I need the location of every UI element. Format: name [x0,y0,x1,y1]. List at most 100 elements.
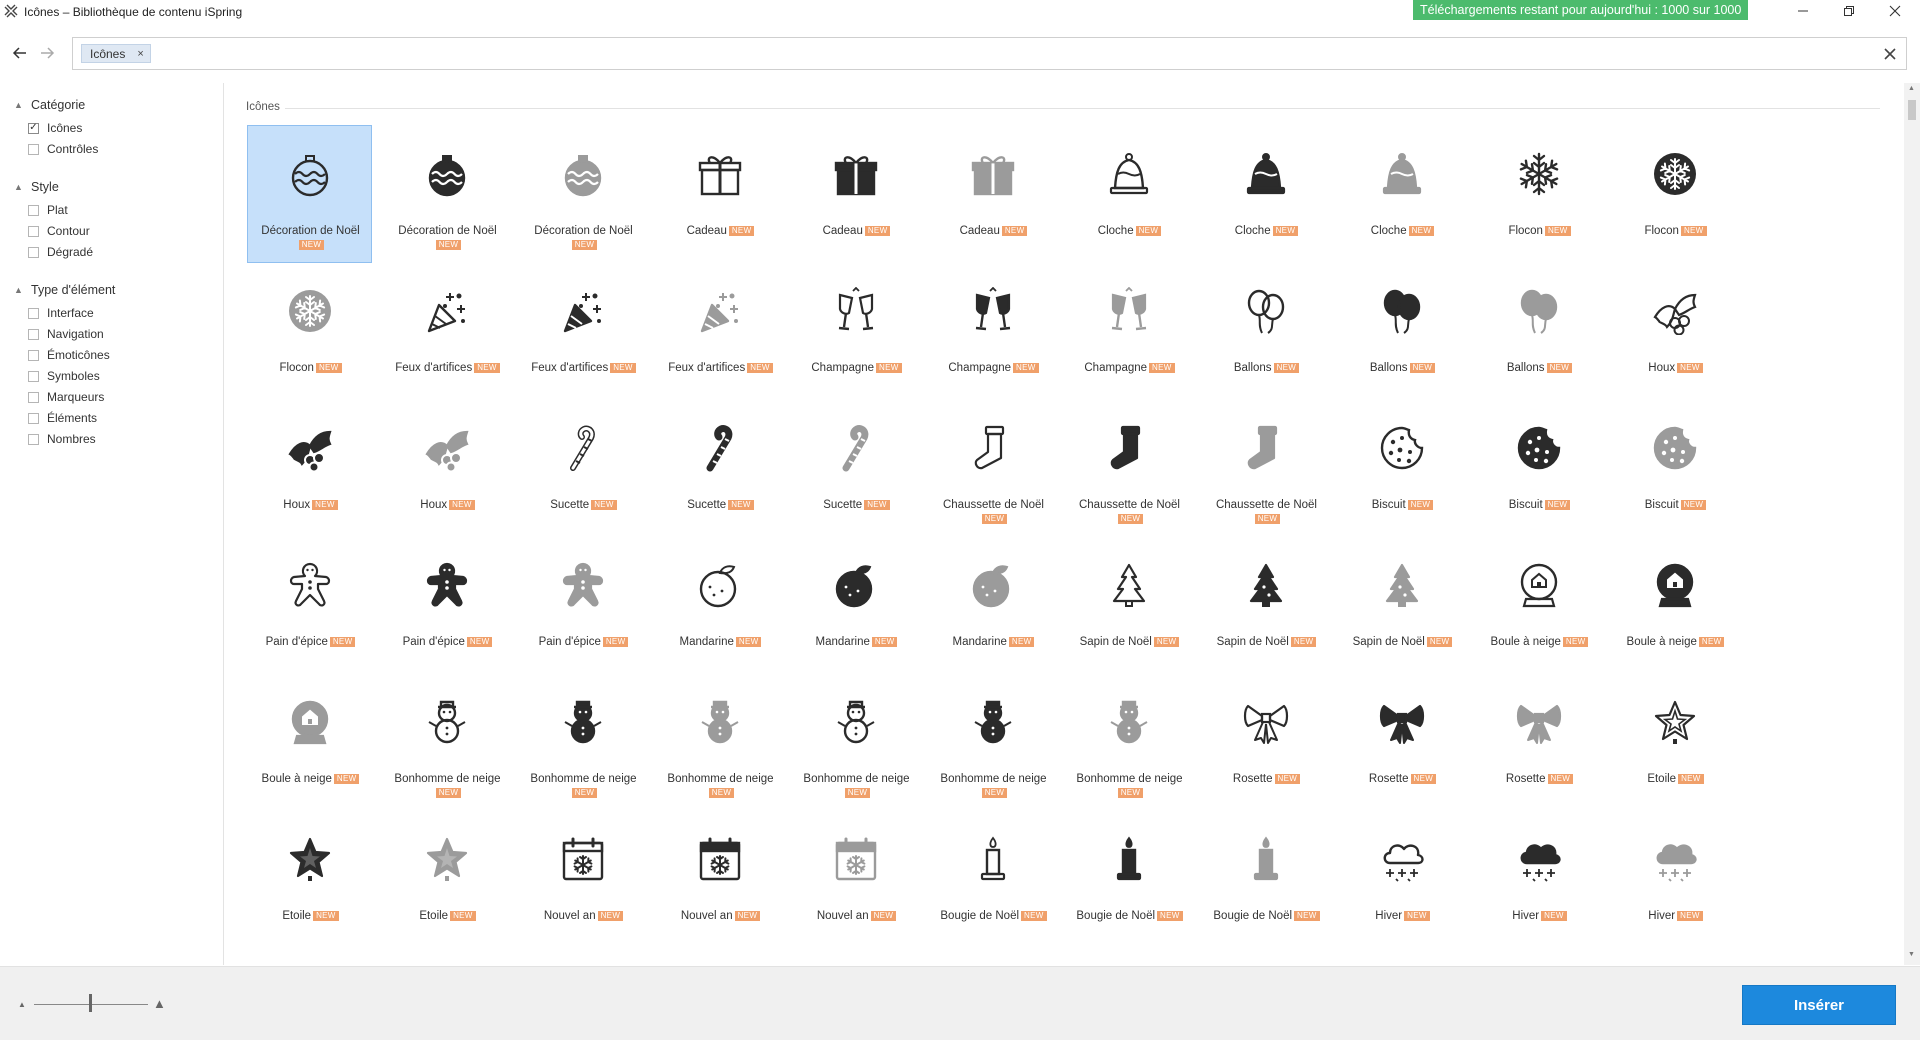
zoom-slider-thumb[interactable] [89,994,92,1012]
icon-tile[interactable]: Feux d'artifices NEW [520,262,645,400]
icon-tile[interactable]: Flocon NEW [1612,125,1737,263]
icon-tile[interactable]: Sucette NEW [520,399,645,537]
icon-tile[interactable]: Boule à neige NEW [1476,536,1601,674]
forward-button[interactable] [38,44,56,62]
icon-tile[interactable]: Bonhomme de neige NEW [1066,673,1191,811]
icon-tile[interactable]: Bougie de Noël NEW [1203,810,1328,948]
filter-section-header[interactable]: ▲ Catégorie [14,98,85,112]
icon-tile[interactable]: Ballons NEW [1476,262,1601,400]
icon-tile[interactable]: Mandarine NEW [657,536,782,674]
icon-tile[interactable]: Flocon NEW [247,262,372,400]
icon-tile[interactable]: Biscuit NEW [1476,399,1601,537]
icon-tile[interactable]: Sucette NEW [793,399,918,537]
filter-option[interactable]: Marqueurs [28,390,104,404]
filter-option[interactable]: Émoticônes [28,348,110,362]
checkbox[interactable] [28,143,39,155]
filter-option[interactable]: Interface [28,306,94,320]
icon-tile[interactable]: Pain d'épice NEW [520,536,645,674]
minimize-button[interactable] [1780,0,1826,22]
insert-button[interactable]: Insérer [1742,985,1896,1025]
icon-tile[interactable]: Bonhomme de neige NEW [384,673,509,811]
icon-tile[interactable]: Rosette NEW [1476,673,1601,811]
icon-tile[interactable]: Houx NEW [1612,262,1737,400]
icon-tile[interactable]: Sapin de Noël NEW [1066,536,1191,674]
filter-option[interactable]: Plat [28,203,68,217]
icon-tile[interactable]: Pain d'épice NEW [247,536,372,674]
icon-tile[interactable]: Biscuit NEW [1339,399,1464,537]
vertical-scrollbar[interactable]: ▲ ▼ [1904,83,1920,965]
checkbox[interactable] [28,246,39,258]
restore-button[interactable] [1826,0,1872,22]
close-window-button[interactable] [1872,0,1918,22]
checkbox[interactable] [28,122,39,134]
search-bar[interactable]: Icônes × [72,37,1907,70]
checkbox[interactable] [28,370,39,382]
filter-option[interactable]: Contour [28,224,90,238]
icon-tile[interactable]: Sapin de Noël NEW [1339,536,1464,674]
search-input[interactable] [163,43,1763,64]
icon-tile[interactable]: Sucette NEW [657,399,782,537]
icon-tile[interactable]: Chaussette de Noël NEW [1066,399,1191,537]
filter-option[interactable]: Icônes [28,121,82,135]
icon-tile[interactable]: Champagne NEW [930,262,1055,400]
icon-tile[interactable]: Boule à neige NEW [247,673,372,811]
filter-tag-icons[interactable]: Icônes × [81,44,151,63]
icon-tile[interactable]: Cadeau NEW [930,125,1055,263]
icon-tile[interactable]: Hiver NEW [1612,810,1737,948]
icon-tile[interactable]: Pain d'épice NEW [384,536,509,674]
icon-tile[interactable]: Bonhomme de neige NEW [657,673,782,811]
icon-tile[interactable]: Hiver NEW [1339,810,1464,948]
clear-search-icon[interactable] [1882,46,1898,62]
icon-tile[interactable]: Nouvel an NEW [657,810,782,948]
icon-tile[interactable]: Nouvel an NEW [520,810,645,948]
checkbox[interactable] [28,307,39,319]
icon-tile[interactable]: Feux d'artifices NEW [657,262,782,400]
filter-option[interactable]: Éléments [28,411,97,425]
icon-tile[interactable]: Décoration de Noël NEW [520,125,645,263]
icon-tile[interactable]: Bonhomme de neige NEW [520,673,645,811]
icon-tile[interactable]: Décoration de Noël NEW [384,125,509,263]
icon-tile[interactable]: Hiver NEW [1476,810,1601,948]
icon-tile[interactable]: Bonhomme de neige NEW [930,673,1055,811]
icon-tile[interactable]: Cloche NEW [1339,125,1464,263]
icon-tile[interactable]: Cloche NEW [1203,125,1328,263]
icon-tile[interactable]: Rosette NEW [1203,673,1328,811]
scroll-thumb[interactable] [1908,100,1916,120]
scroll-up-icon[interactable]: ▲ [1908,85,1915,92]
icon-tile[interactable]: Cadeau NEW [657,125,782,263]
checkbox[interactable] [28,204,39,216]
checkbox[interactable] [28,433,39,445]
checkbox[interactable] [28,349,39,361]
icon-tile[interactable]: Biscuit NEW [1612,399,1737,537]
filter-option[interactable]: Dégradé [28,245,93,259]
icon-tile[interactable]: Chaussette de Noël NEW [930,399,1055,537]
icon-tile[interactable]: Cloche NEW [1066,125,1191,263]
icon-tile[interactable]: Décoration de Noël NEW [247,125,372,263]
checkbox[interactable] [28,391,39,403]
filter-option[interactable]: Navigation [28,327,104,341]
icon-tile[interactable]: Bougie de Noël NEW [930,810,1055,948]
icon-tile[interactable]: Bonhomme de neige NEW [793,673,918,811]
icon-tile[interactable]: Bougie de Noël NEW [1066,810,1191,948]
icon-tile[interactable]: Boule à neige NEW [1612,536,1737,674]
filter-section-header[interactable]: ▲ Type d'élément [14,283,115,297]
icon-tile[interactable]: Champagne NEW [793,262,918,400]
filter-option[interactable]: Symboles [28,369,100,383]
scroll-down-icon[interactable]: ▼ [1908,951,1915,958]
icon-tile[interactable]: Etoile NEW [247,810,372,948]
zoom-out-icon[interactable]: ▲ [18,1000,26,1009]
icon-tile[interactable]: Rosette NEW [1339,673,1464,811]
zoom-in-icon[interactable]: ▲ [153,996,166,1011]
filter-section-header[interactable]: ▲ Style [14,180,59,194]
filter-option[interactable]: Nombres [28,432,96,446]
icon-tile[interactable]: Sapin de Noël NEW [1203,536,1328,674]
icon-tile[interactable]: Houx NEW [247,399,372,537]
icon-tile[interactable]: Ballons NEW [1339,262,1464,400]
icon-tile[interactable]: Feux d'artifices NEW [384,262,509,400]
remove-tag-icon[interactable]: × [137,48,143,60]
icon-tile[interactable]: Etoile NEW [1612,673,1737,811]
icon-tile[interactable]: Flocon NEW [1476,125,1601,263]
icon-tile[interactable]: Etoile NEW [384,810,509,948]
icon-tile[interactable]: Nouvel an NEW [793,810,918,948]
icon-tile[interactable]: Mandarine NEW [930,536,1055,674]
